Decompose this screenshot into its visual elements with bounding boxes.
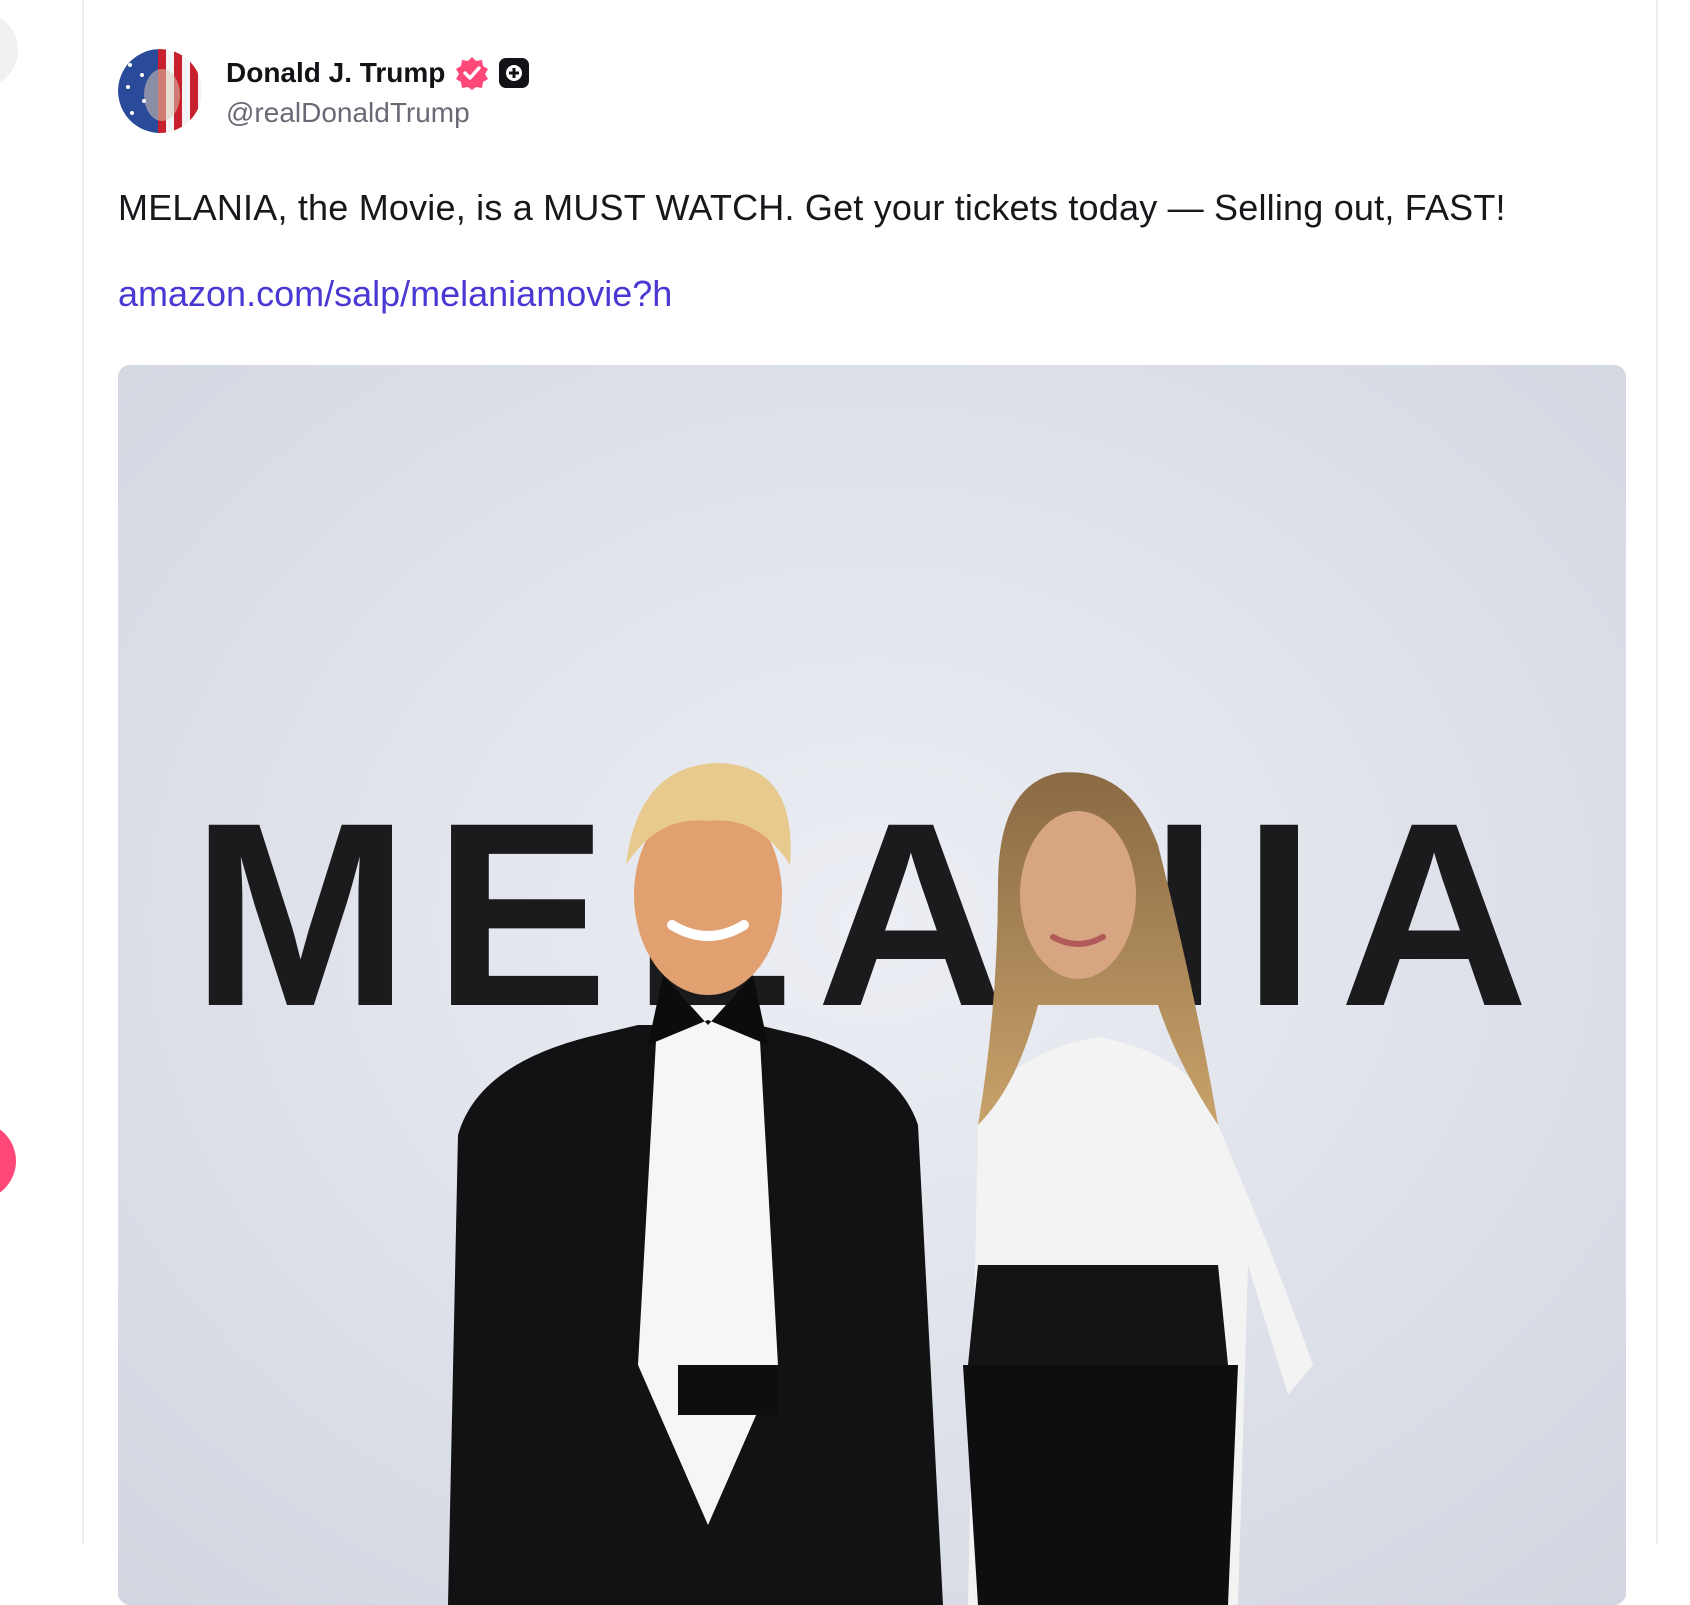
post-header: Donald J. Trump @realDonaldTrump [118, 48, 1626, 134]
post: Donald J. Trump @realDonaldTrump MELANIA… [118, 48, 1626, 1605]
post-link[interactable]: amazon.com/salp/melaniamovie?h [118, 272, 1626, 316]
author-info: Donald J. Trump @realDonaldTrump [226, 53, 530, 129]
feed-column: Donald J. Trump @realDonaldTrump MELANIA… [82, 0, 1658, 1605]
verified-badge-icon [455, 56, 489, 90]
post-text: MELANIA, the Movie, is a MUST WATCH. Get… [118, 187, 1506, 228]
name-row: Donald J. Trump [226, 53, 530, 93]
post-media-image[interactable]: MELANIA [118, 365, 1626, 1605]
media-photo: MELANIA [118, 365, 1626, 1605]
display-name[interactable]: Donald J. Trump [226, 57, 445, 89]
plus-badge-icon [499, 58, 530, 88]
left-sidebar [0, 0, 82, 1544]
sidebar-avatar-button[interactable] [0, 12, 18, 88]
backdrop-text: MELANIA [191, 768, 1552, 1061]
avatar-image [118, 49, 202, 133]
sidebar-compose-button[interactable] [0, 1122, 16, 1200]
handle[interactable]: @realDonaldTrump [226, 97, 529, 129]
avatar[interactable] [118, 49, 202, 133]
